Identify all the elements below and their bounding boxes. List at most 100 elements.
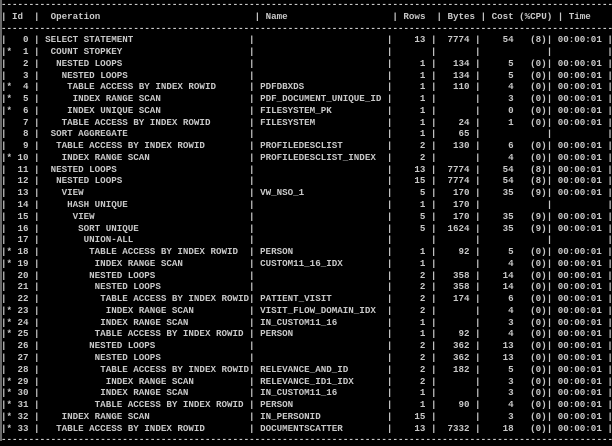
id-cell: 14 (17, 199, 29, 211)
operation-cell: TABLE ACCESS BY INDEX ROWID (56, 422, 205, 434)
column-separator: | (546, 328, 558, 340)
plan-row: | 14 | HASH UNIQUE | | 1 | 170 | | | (1, 199, 612, 211)
name-cell: PDF_DOCUMENT_UNIQUE_ID (260, 93, 382, 105)
column-separator: | (425, 399, 442, 411)
column-separator: | (386, 128, 398, 140)
cost-cell: 4 (508, 81, 514, 93)
plan-row: |* 31 | TABLE ACCESS BY INDEX ROWID | PERS… (1, 399, 612, 411)
name-cell: IN_CUSTOM11_16 (260, 316, 338, 328)
column-separator: | (249, 281, 261, 293)
operation-cell: TABLE ACCESS BY INDEX ROWID (94, 399, 244, 411)
id-cell: 27 (17, 351, 29, 363)
cost-cell: 35 (502, 210, 514, 222)
id-cell: 5 (23, 93, 29, 105)
name-cell: CUSTOM11_16_IDX (260, 257, 343, 269)
time-cell: 00:00:01 (557, 57, 602, 69)
cost-cell: 6 (508, 140, 514, 152)
id-cell: 22 (17, 293, 29, 305)
header-operation: Operation (50, 10, 101, 22)
cpu-cell: (0) (530, 304, 547, 316)
column-separator: | (469, 69, 481, 81)
cpu-cell: (0) (530, 351, 547, 363)
cost-cell: 3 (508, 410, 514, 422)
cpu-cell: (0) (530, 363, 547, 375)
column-separator: | (249, 340, 261, 352)
cpu-cell: (0) (530, 69, 547, 81)
operation-cell: COUNT STOPKEY (50, 46, 123, 58)
column-separator: | (249, 422, 261, 434)
column-separator: | (249, 57, 261, 69)
column-separator: | (469, 281, 481, 293)
column-separator: | (601, 363, 612, 375)
column-separator: | (601, 57, 612, 69)
column-separator: | (425, 246, 442, 258)
column-separator: | (546, 293, 558, 305)
column-separator: | (386, 199, 398, 211)
plan-row: |* 1 | COUNT STOPKEY | | | | | | (1, 46, 612, 58)
bytes-cell: 7332 (447, 422, 470, 434)
column-separator: | (249, 304, 261, 316)
cost-cell: 3 (508, 93, 514, 105)
time-cell: 00:00:01 (557, 340, 602, 352)
operation-cell: NESTED LOOPS (94, 351, 161, 363)
cpu-cell: (0) (530, 422, 547, 434)
id-cell: 3 (23, 69, 29, 81)
column-separator: | (546, 399, 558, 411)
bytes-cell: 7774 (447, 163, 470, 175)
plan-row: |* 24 | INDEX RANGE SCAN | IN_CUSTOM11_16 |… (1, 317, 612, 329)
plan-row: |* 4 | TABLE ACCESS BY INDEX ROWID | PDFDB… (1, 81, 612, 93)
rows-cell: 1 (419, 257, 426, 269)
column-separator: | (1, 340, 7, 352)
name-cell: IN_PERSONID (260, 410, 321, 422)
cost-cell: 54 (502, 175, 514, 187)
column-separator: | (425, 210, 442, 222)
header-bytes: Bytes (447, 10, 476, 22)
cpu-cell: (0) (530, 316, 547, 328)
plan-row: | 3 | NESTED LOOPS | | 1 | 134 | 5 (0)| 00:0… (1, 70, 612, 82)
id-cell: 33 (17, 422, 29, 434)
column-separator: | (546, 234, 558, 246)
name-cell: FILESYSTEM (260, 116, 316, 128)
time-cell: 00:00:01 (557, 151, 602, 163)
cpu-cell: (9) (530, 187, 547, 199)
operation-cell: NESTED LOOPS (50, 163, 117, 175)
cost-cell: 35 (502, 222, 514, 234)
plan-row: | 9 | TABLE ACCESS BY INDEX ROWID | PROFIL… (1, 140, 612, 152)
rows-cell: 2 (419, 375, 426, 387)
column-separator: | (601, 163, 612, 175)
column-separator: | (386, 34, 398, 46)
column-separator: | (249, 222, 261, 234)
column-separator: | (546, 140, 558, 152)
plan-row: | 17 | UNION-ALL | | | | | | (1, 234, 612, 246)
cpu-cell: (0) (530, 93, 547, 105)
cpu-cell: (0) (530, 293, 547, 305)
rows-cell: 15 (414, 175, 426, 187)
rows-cell: 2 (419, 363, 426, 375)
operation-cell: SORT AGGREGATE (50, 128, 128, 140)
column-separator: | (386, 328, 398, 340)
column-separator: | (28, 34, 46, 46)
column-separator: | (28, 293, 46, 305)
terminal-window: ----------------------------------------… (0, 0, 612, 445)
operation-cell: SELECT STATEMENT (45, 34, 134, 46)
column-separator: | (28, 234, 46, 246)
operation-cell: TABLE ACCESS BY INDEX ROWID (100, 293, 250, 305)
id-cell: 7 (23, 116, 29, 128)
column-separator: | (546, 46, 558, 58)
rows-cell: 5 (419, 210, 426, 222)
rows-cell: 1 (419, 199, 426, 211)
column-separator: | (469, 410, 481, 422)
column-separator: | (28, 246, 46, 258)
operation-cell: NESTED LOOPS (89, 340, 156, 352)
id-cell: 1 (23, 46, 29, 58)
cost-cell: 4 (508, 328, 514, 340)
rows-cell: 1 (419, 387, 426, 399)
column-separator: | (386, 140, 398, 152)
column-separator: | (601, 116, 612, 128)
column-separator: | (249, 199, 261, 211)
plan-row: | 20 | NESTED LOOPS | | 2 | 358 | 14 (0)| 00… (1, 270, 612, 282)
column-separator: | (28, 210, 46, 222)
column-separator: | (28, 222, 46, 234)
column-separator: | (425, 151, 442, 163)
cost-cell: 4 (508, 399, 514, 411)
